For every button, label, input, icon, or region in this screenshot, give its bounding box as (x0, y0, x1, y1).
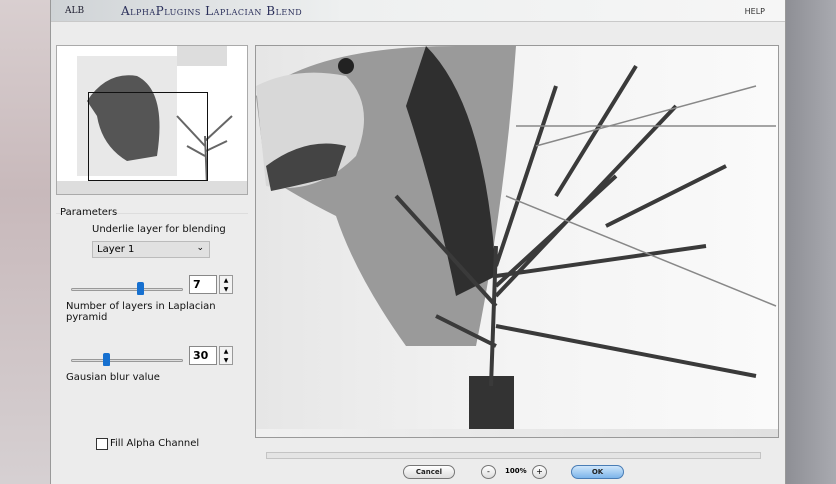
blur-spinner[interactable]: ▲ ▼ (219, 346, 233, 365)
up-arrow-icon[interactable]: ▲ (220, 347, 232, 356)
parameters-panel: Parameters Underlie layer for blending L… (56, 207, 248, 481)
ok-button[interactable]: OK (571, 465, 624, 479)
fill-alpha-checkbox[interactable] (96, 438, 108, 450)
blur-input[interactable]: 30 (189, 346, 217, 365)
preview-canvas[interactable] (255, 45, 779, 438)
preview-image (256, 46, 778, 437)
chevron-down-icon: ⌄ (196, 243, 204, 253)
parameters-heading: Parameters (60, 207, 118, 218)
background-right (786, 0, 836, 484)
blur-slider[interactable] (71, 359, 183, 362)
down-arrow-icon[interactable]: ▼ (220, 285, 232, 294)
underlie-value: Layer 1 (97, 244, 135, 255)
title-bar: ALB AlphaPlugins Laplacian Blend HELP (51, 0, 785, 22)
blur-slider-thumb[interactable] (103, 353, 110, 366)
layers-slider[interactable] (71, 288, 183, 291)
viewport-rectangle[interactable] (88, 92, 208, 181)
underlie-layer-select[interactable]: Layer 1 ⌄ (92, 241, 210, 258)
layers-input[interactable]: 7 (189, 275, 217, 294)
help-button[interactable]: HELP (745, 7, 765, 16)
down-arrow-icon[interactable]: ▼ (220, 356, 232, 365)
dialog-title: AlphaPlugins Laplacian Blend (121, 4, 303, 18)
up-arrow-icon[interactable]: ▲ (220, 276, 232, 285)
logo: ALB (65, 6, 85, 16)
layers-slider-thumb[interactable] (137, 282, 144, 295)
plugin-dialog: ALB AlphaPlugins Laplacian Blend HELP Pa… (50, 0, 786, 484)
underlie-label: Underlie layer for blending (92, 224, 226, 235)
cancel-button[interactable]: Cancel (403, 465, 455, 479)
fill-alpha-label: Fill Alpha Channel (110, 438, 200, 449)
zoom-level: 100% (505, 467, 527, 475)
layers-spinner[interactable]: ▲ ▼ (219, 275, 233, 294)
navigator-thumbnail[interactable] (56, 45, 248, 195)
progress-bar (266, 452, 761, 459)
background-left (0, 0, 50, 484)
blur-label: Gausian blur value (66, 372, 160, 383)
zoom-out-button[interactable]: - (481, 465, 496, 479)
zoom-in-button[interactable]: + (532, 465, 547, 479)
layers-label: Number of layers in Laplacian pyramid (66, 301, 216, 323)
